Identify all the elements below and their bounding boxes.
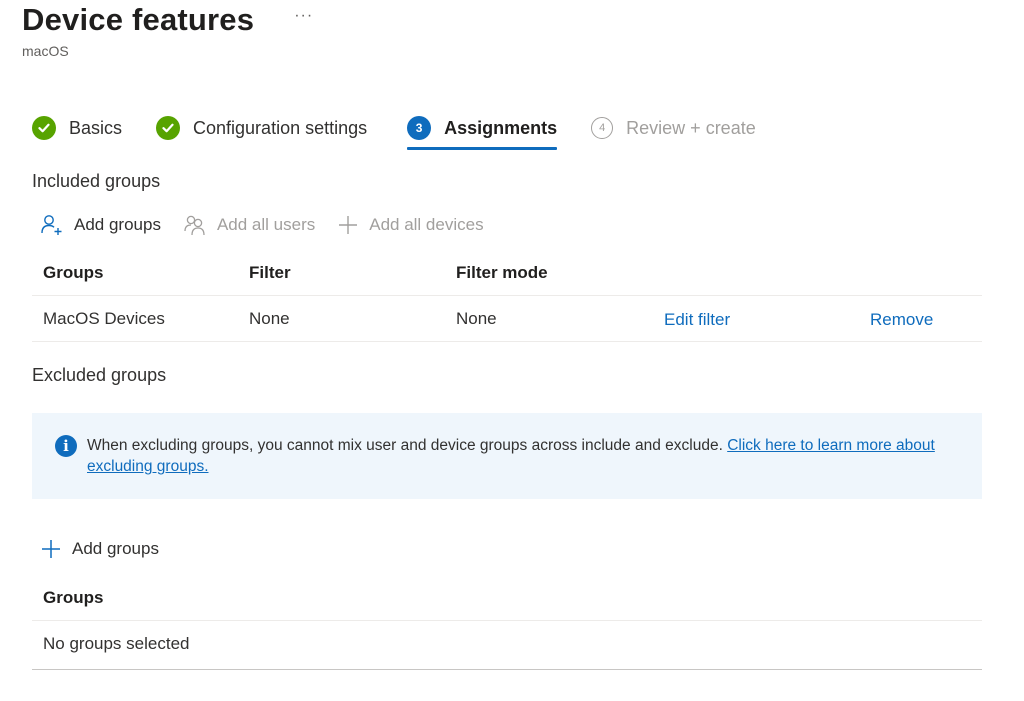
divider <box>32 669 982 670</box>
info-banner: i When excluding groups, you cannot mix … <box>32 413 982 499</box>
table-header-row: Groups <box>32 575 982 621</box>
table-row: MacOS Devices None None Edit filter Remo… <box>32 296 982 342</box>
add-groups-label: Add groups <box>72 539 159 558</box>
add-groups-label: Add groups <box>74 215 161 234</box>
add-excluded-groups-button[interactable]: Add groups <box>40 538 159 560</box>
step-label: Configuration settings <box>193 117 368 138</box>
table-row: No groups selected <box>32 621 982 667</box>
column-header-filter-mode: Filter mode <box>456 263 548 282</box>
add-all-users-button[interactable]: Add all users <box>183 213 315 237</box>
excluded-groups-table: Groups No groups selected <box>32 575 982 667</box>
page-subtitle: macOS <box>22 43 69 59</box>
plus-icon <box>339 216 358 234</box>
included-groups-table: Groups Filter Filter mode MacOS Devices … <box>32 250 982 342</box>
filter-mode-cell: None <box>456 309 497 328</box>
column-header-groups: Groups <box>43 263 104 282</box>
table-header-row: Groups Filter Filter mode <box>32 250 982 296</box>
empty-state-text: No groups selected <box>43 634 190 653</box>
add-all-devices-label: Add all devices <box>369 215 484 234</box>
people-icon <box>184 215 205 236</box>
filter-cell: None <box>249 309 290 328</box>
page-header: Device features ··· <box>22 2 317 38</box>
included-toolbar: Add groups Add all users Add all devices <box>40 213 506 237</box>
add-all-devices-button[interactable]: Add all devices <box>337 214 484 236</box>
excluded-toolbar: Add groups <box>40 538 181 560</box>
info-message: When excluding groups, you cannot mix us… <box>87 437 723 454</box>
remove-link[interactable]: Remove <box>870 297 933 343</box>
group-name-cell: MacOS Devices <box>43 309 165 328</box>
add-all-users-label: Add all users <box>216 215 316 234</box>
add-groups-button[interactable]: Add groups <box>40 213 161 237</box>
edit-filter-link[interactable]: Edit filter <box>664 297 730 343</box>
checkmark-icon <box>32 116 56 140</box>
column-header-filter: Filter <box>249 263 291 282</box>
included-groups-title: Included groups <box>32 171 161 191</box>
plus-icon <box>42 540 60 558</box>
step-label: Basics <box>69 117 123 138</box>
excluded-groups-title: Excluded groups <box>32 365 167 385</box>
step-number-badge: 4 <box>591 117 614 139</box>
step-label: Assignments <box>444 117 558 138</box>
add-person-icon <box>41 215 62 235</box>
step-label: Review + create <box>626 117 756 138</box>
info-text: When excluding groups, you cannot mix us… <box>87 435 967 477</box>
page-title: Device features <box>22 2 255 37</box>
wizard-steps: Basics Configuration settings 3 Assignme… <box>32 112 790 152</box>
step-assignments[interactable]: 3 Assignments <box>407 112 558 150</box>
step-review-create[interactable]: 4 Review + create <box>591 112 756 144</box>
more-options-button[interactable]: ··· <box>290 7 317 25</box>
step-configuration-settings[interactable]: Configuration settings <box>156 112 367 144</box>
info-icon: i <box>55 435 77 457</box>
step-number-badge: 3 <box>407 116 432 140</box>
checkmark-icon <box>156 116 181 140</box>
step-basics[interactable]: Basics <box>32 112 122 144</box>
column-header-groups: Groups <box>43 588 104 607</box>
